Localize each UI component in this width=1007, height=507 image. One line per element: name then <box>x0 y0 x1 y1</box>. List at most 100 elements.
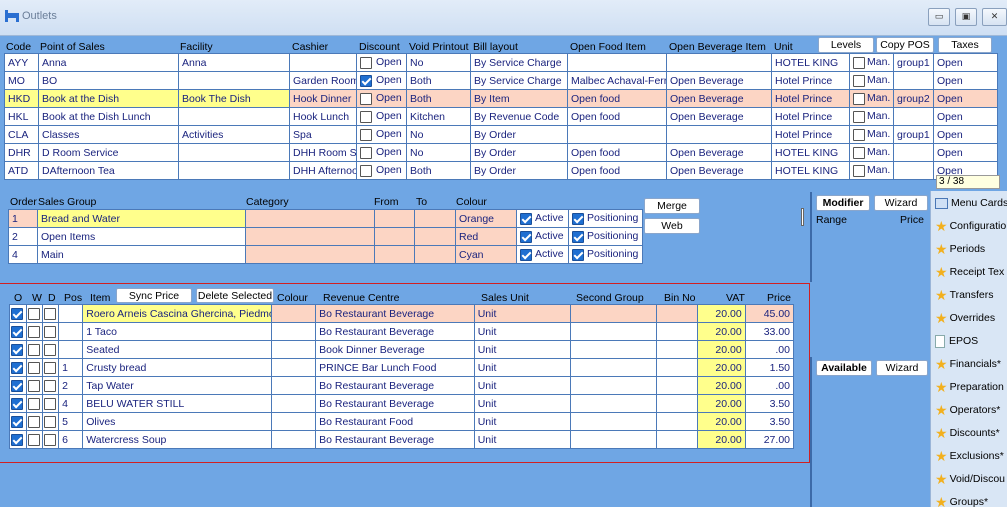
outlet-pos[interactable]: Classes <box>38 125 179 144</box>
outlet-facility[interactable]: Activities <box>178 125 290 144</box>
item-w[interactable] <box>26 358 44 377</box>
item-w[interactable] <box>26 340 44 359</box>
outlet-bev[interactable] <box>666 125 772 144</box>
item-unit[interactable]: Unit <box>473 358 572 377</box>
sg-positioning[interactable]: Positioning <box>568 245 643 264</box>
sg-name[interactable]: Bread and Water <box>37 209 246 228</box>
item-o[interactable] <box>8 322 28 341</box>
discount-checkbox[interactable] <box>360 146 372 159</box>
item-d[interactable] <box>42 412 60 431</box>
outlet-bill[interactable]: By Service Charge <box>470 53 568 72</box>
o-checkbox[interactable] <box>11 325 23 338</box>
sg-to[interactable] <box>414 227 456 246</box>
item-w[interactable] <box>26 322 44 341</box>
outlet-cashier[interactable] <box>289 53 357 72</box>
sidebar-item-exclusions[interactable]: ★ Exclusions* <box>935 445 1004 467</box>
outlet-cashier[interactable]: DHH Afternoo <box>289 161 357 180</box>
outlet-tax[interactable]: Open <box>933 107 998 126</box>
sg-to[interactable] <box>414 245 456 264</box>
item-unit[interactable]: Unit <box>473 322 572 341</box>
outlet-cashier[interactable]: Hook Dinner <box>289 89 357 108</box>
item-colour[interactable] <box>270 412 317 431</box>
item-colour[interactable] <box>270 304 317 323</box>
outlet-code[interactable]: HKD <box>4 89 39 108</box>
sidebar-item-operators[interactable]: ★ Operators* <box>935 399 1000 421</box>
item-revenue[interactable]: Bo Restaurant Beverage <box>315 394 475 413</box>
discount-checkbox[interactable] <box>360 164 372 177</box>
outlet-bill[interactable]: By Order <box>470 143 568 162</box>
item-second-group[interactable] <box>570 376 658 395</box>
w-checkbox[interactable] <box>28 361 41 374</box>
outlet-discount[interactable]: Open <box>356 143 407 162</box>
outlet-unit[interactable]: Hotel Prince <box>771 89 850 108</box>
taxes-button[interactable]: Taxes <box>938 37 992 53</box>
item-second-group[interactable] <box>570 304 658 323</box>
outlet-pos[interactable]: Anna <box>38 53 179 72</box>
sg-category[interactable] <box>245 227 375 246</box>
merge-button[interactable]: Merge <box>644 198 700 214</box>
item-o[interactable] <box>8 376 28 395</box>
outlet-row[interactable]: MO BO Garden Room Open Both By Service Charge… <box>4 71 998 90</box>
outlet-code[interactable]: MO <box>4 71 39 90</box>
item-o[interactable] <box>8 304 28 323</box>
item-vat[interactable]: 20.00 <box>696 358 746 377</box>
web-button[interactable]: Web <box>644 218 700 234</box>
positioning-checkbox[interactable] <box>572 248 584 261</box>
outlet-pos[interactable]: D Room Service <box>38 143 179 162</box>
sg-category[interactable] <box>245 245 375 264</box>
d-checkbox[interactable] <box>44 397 57 410</box>
item-name[interactable]: Tap Water <box>82 376 272 395</box>
outlet-cashier[interactable]: DHH Room Se <box>289 143 357 162</box>
d-checkbox[interactable] <box>44 415 57 428</box>
item-o[interactable] <box>8 358 28 377</box>
item-vat[interactable]: 20.00 <box>696 412 746 431</box>
item-colour[interactable] <box>270 340 317 359</box>
item-name[interactable]: BELU WATER STILL <box>82 394 272 413</box>
sales-group-row[interactable]: 1 Bread and Water Orange Active Positioning <box>8 209 643 228</box>
outlet-code[interactable]: CLA <box>4 125 39 144</box>
outlet-food[interactable]: Open food <box>567 143 667 162</box>
item-bin[interactable] <box>656 430 698 449</box>
item-revenue[interactable]: Bo Restaurant Beverage <box>315 304 475 323</box>
item-bin[interactable] <box>656 358 698 377</box>
item-unit[interactable]: Unit <box>473 304 572 323</box>
item-pos[interactable]: 2 <box>58 376 84 395</box>
item-w[interactable] <box>26 394 44 413</box>
outlet-void[interactable]: Kitchen <box>406 107 471 126</box>
maximize-button[interactable]: ▣ <box>955 8 977 26</box>
minimize-button[interactable]: ▭ <box>928 8 950 26</box>
outlet-row[interactable]: DHR D Room Service DHH Room Se Open No By Ord… <box>4 143 998 162</box>
man-checkbox[interactable] <box>853 164 865 177</box>
outlet-void[interactable]: No <box>406 143 471 162</box>
item-pos[interactable]: 6 <box>58 430 84 449</box>
outlet-cashier[interactable]: Spa <box>289 125 357 144</box>
sg-colour[interactable]: Red <box>455 227 517 246</box>
item-d[interactable] <box>42 358 60 377</box>
outlet-code[interactable]: HKL <box>4 107 39 126</box>
item-w[interactable] <box>26 304 44 323</box>
outlet-unit[interactable]: Hotel Prince <box>771 125 850 144</box>
levels-button[interactable]: Levels <box>818 37 874 53</box>
item-bin[interactable] <box>656 394 698 413</box>
w-checkbox[interactable] <box>28 433 41 446</box>
w-checkbox[interactable] <box>28 325 41 338</box>
sync-price-button[interactable]: Sync Price <box>116 288 192 303</box>
man-checkbox[interactable] <box>853 128 865 141</box>
outlet-code[interactable]: AYY <box>4 53 39 72</box>
outlet-man[interactable]: Man. <box>849 89 894 108</box>
item-pos[interactable] <box>58 322 84 341</box>
sg-name[interactable]: Open Items <box>37 227 246 246</box>
item-row[interactable]: 2 Tap Water Bo Restaurant Beverage Unit 20.0… <box>8 376 795 395</box>
outlet-row[interactable]: HKD Book at the Dish Book The Dish Hook Din… <box>4 89 998 108</box>
item-price[interactable]: .00 <box>744 376 795 395</box>
item-unit[interactable]: Unit <box>473 430 572 449</box>
discount-checkbox[interactable] <box>360 128 372 141</box>
outlet-void[interactable]: Both <box>406 161 471 180</box>
item-second-group[interactable] <box>570 322 658 341</box>
outlet-man[interactable]: Man. <box>849 143 894 162</box>
item-pos[interactable]: 1 <box>58 358 84 377</box>
d-checkbox[interactable] <box>44 361 57 374</box>
item-d[interactable] <box>42 304 60 323</box>
sidebar-item-periods[interactable]: ★ Periods <box>935 238 985 260</box>
outlet-tax[interactable]: Open <box>933 89 998 108</box>
